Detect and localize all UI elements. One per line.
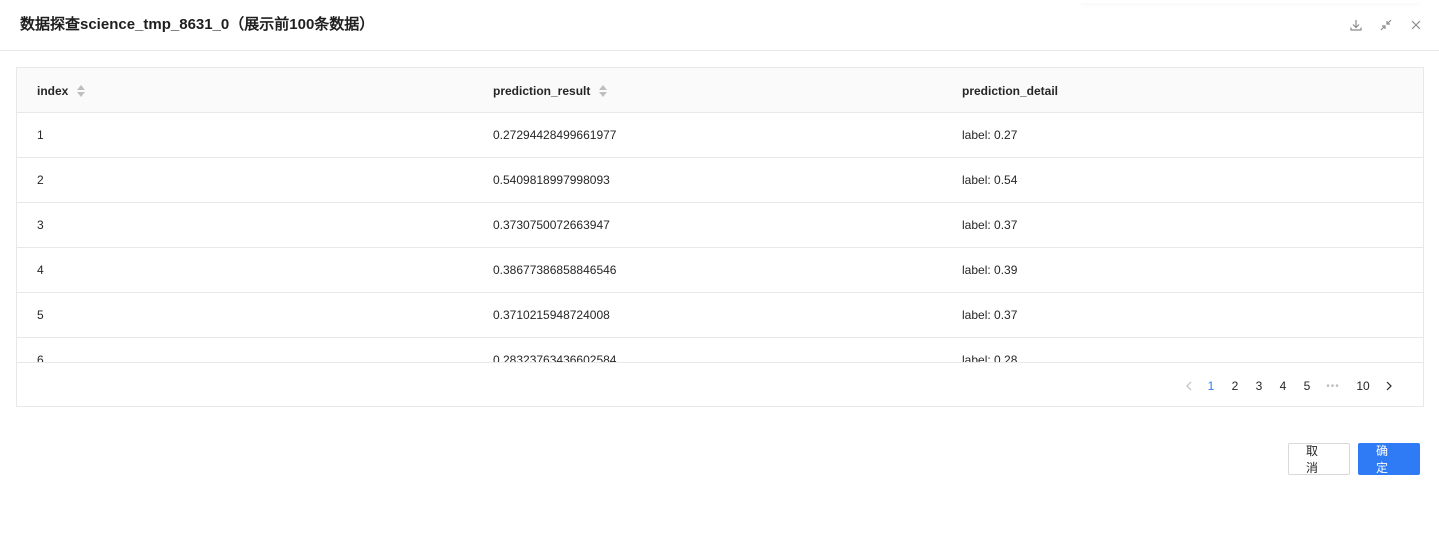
cell-prediction-result: 0.38677386858846546 <box>493 263 617 277</box>
table-footer: 1 2 3 4 5 ••• 10 <box>17 362 1423 406</box>
table-body[interactable]: 1 0.27294428499661977 label: 0.27 2 0.54… <box>17 113 1423 363</box>
page-item-4[interactable]: 4 <box>1271 377 1295 395</box>
cell-prediction-detail: label: 0.37 <box>962 308 1018 322</box>
modal-footer: 取消 确定 <box>1288 443 1420 475</box>
data-table: index prediction_result prediction_detai… <box>16 67 1424 407</box>
cell-index: 5 <box>37 308 44 322</box>
table-row: 2 0.5409818997998093 label: 0.54 <box>17 158 1423 203</box>
cell-index: 6 <box>37 353 44 363</box>
download-icon <box>1350 20 1362 31</box>
page-item-3[interactable]: 3 <box>1247 377 1271 395</box>
cell-index: 3 <box>37 218 44 232</box>
download-button[interactable] <box>1347 16 1365 34</box>
modal-header: 数据探查science_tmp_8631_0（展示前100条数据） <box>0 0 1439 51</box>
cell-prediction-result: 0.5409818997998093 <box>493 173 610 187</box>
collapse-icon <box>1380 19 1392 31</box>
cell-prediction-result: 0.28323763436602584 <box>493 353 617 363</box>
page-item-last[interactable]: 10 <box>1347 377 1379 395</box>
cell-index: 1 <box>37 128 44 142</box>
cell-prediction-result: 0.3710215948724008 <box>493 308 610 322</box>
cell-prediction-result: 0.27294428499661977 <box>493 128 617 142</box>
table-header: index prediction_result prediction_detai… <box>17 68 1423 113</box>
column-header-prediction-detail: prediction_detail <box>962 68 1058 113</box>
column-header-label: prediction_result <box>493 83 591 98</box>
page-ellipsis[interactable]: ••• <box>1319 381 1347 392</box>
page-item-5[interactable]: 5 <box>1295 377 1319 395</box>
column-header-prediction-result[interactable]: prediction_result <box>493 68 608 113</box>
close-icon <box>1411 20 1421 30</box>
cell-prediction-detail: label: 0.27 <box>962 128 1018 142</box>
cell-index: 4 <box>37 263 44 277</box>
pagination: 1 2 3 4 5 ••• 10 <box>1179 377 1399 395</box>
table-row: 5 0.3710215948724008 label: 0.37 <box>17 293 1423 338</box>
collapse-button[interactable] <box>1377 16 1395 34</box>
column-header-label: prediction_detail <box>962 83 1059 98</box>
table-row: 1 0.27294428499661977 label: 0.27 <box>17 113 1423 158</box>
column-header-index[interactable]: index <box>37 68 86 113</box>
chevron-left-icon <box>1186 381 1192 391</box>
header-actions <box>1347 16 1425 34</box>
cell-prediction-detail: label: 0.37 <box>962 218 1018 232</box>
page-item-1[interactable]: 1 <box>1199 377 1223 395</box>
chevron-right-icon <box>1386 381 1392 391</box>
table-row: 6 0.28323763436602584 label: 0.28 <box>17 338 1423 363</box>
prev-page-button[interactable] <box>1179 377 1199 395</box>
cell-index: 2 <box>37 173 44 187</box>
header-shadow <box>1080 0 1420 3</box>
sort-icon[interactable] <box>77 84 86 97</box>
cell-prediction-detail: label: 0.54 <box>962 173 1018 187</box>
cell-prediction-result: 0.3730750072663947 <box>493 218 610 232</box>
close-button[interactable] <box>1407 16 1425 34</box>
next-page-button[interactable] <box>1379 377 1399 395</box>
cell-prediction-detail: label: 0.28 <box>962 353 1018 363</box>
confirm-button[interactable]: 确定 <box>1358 443 1420 475</box>
column-header-label: index <box>37 83 69 98</box>
sort-icon[interactable] <box>599 84 608 97</box>
page-item-2[interactable]: 2 <box>1223 377 1247 395</box>
modal-title: 数据探查science_tmp_8631_0（展示前100条数据） <box>20 16 375 33</box>
cell-prediction-detail: label: 0.39 <box>962 263 1018 277</box>
table-row: 4 0.38677386858846546 label: 0.39 <box>17 248 1423 293</box>
table-row: 3 0.3730750072663947 label: 0.37 <box>17 203 1423 248</box>
cancel-button[interactable]: 取消 <box>1288 443 1350 475</box>
